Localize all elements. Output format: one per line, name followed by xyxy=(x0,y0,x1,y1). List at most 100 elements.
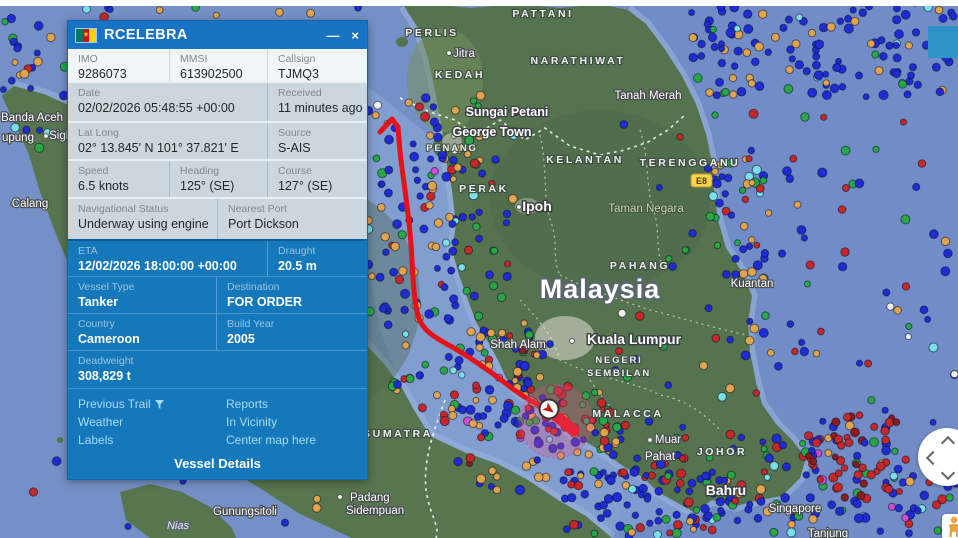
vessel-dot[interactable] xyxy=(941,267,950,276)
vessel-dot[interactable] xyxy=(752,58,760,66)
vessel-dot[interactable] xyxy=(655,517,662,524)
previous-trail-link[interactable]: Previous Trail xyxy=(68,395,216,413)
vessel-dot[interactable] xyxy=(513,367,522,376)
vessel-dot[interactable] xyxy=(732,498,739,505)
vessel-dot[interactable] xyxy=(440,416,449,425)
vessel-dot[interactable] xyxy=(473,382,480,389)
vessel-dot[interactable] xyxy=(808,29,815,36)
vessel-dot[interactable] xyxy=(912,29,919,36)
vessel-dot[interactable] xyxy=(767,349,774,356)
vessel-dot[interactable] xyxy=(476,333,485,342)
vessel-dot[interactable] xyxy=(817,476,823,482)
vessel-dot[interactable] xyxy=(634,455,641,462)
vessel-dot[interactable] xyxy=(832,418,840,426)
vessel-dot[interactable] xyxy=(779,250,786,257)
vessel-dot[interactable] xyxy=(854,471,862,479)
vessel-dot[interactable] xyxy=(494,473,501,480)
vessel-details-button[interactable]: Vessel Details xyxy=(174,456,261,471)
vessel-dot[interactable] xyxy=(735,240,741,246)
vessel-dot[interactable] xyxy=(630,468,639,477)
vessel-dot[interactable] xyxy=(764,474,770,480)
center-map-here-link[interactable]: Center map here xyxy=(216,431,369,449)
vessel-dot[interactable] xyxy=(806,494,814,502)
vessel-dot[interactable] xyxy=(381,233,389,241)
vessel-dot[interactable] xyxy=(0,87,6,93)
vessel-dot[interactable] xyxy=(636,312,645,321)
vessel-dot[interactable] xyxy=(568,494,576,502)
vessel-dot[interactable] xyxy=(689,230,697,238)
minimize-icon[interactable]: — xyxy=(326,29,339,42)
vessel-dot[interactable] xyxy=(391,242,399,250)
vessel-dot[interactable] xyxy=(688,479,696,487)
vessel-dot[interactable] xyxy=(600,501,608,509)
vessel-dot[interactable] xyxy=(744,10,752,18)
vessel-dot[interactable] xyxy=(796,14,803,21)
vessel-dot[interactable] xyxy=(29,488,37,496)
vessel-dot[interactable] xyxy=(806,453,812,459)
vessel-dot[interactable] xyxy=(379,181,386,188)
vessel-dot[interactable] xyxy=(754,514,762,522)
vessel-dot[interactable] xyxy=(838,442,845,449)
vessel-dot[interactable] xyxy=(644,496,651,503)
vessel-dot[interactable] xyxy=(920,491,929,500)
vessel-dot[interactable] xyxy=(374,101,382,109)
vessel-dot[interactable] xyxy=(879,90,888,99)
vessel-dot[interactable] xyxy=(473,223,480,230)
vessel-dot[interactable] xyxy=(125,523,131,529)
vessel-dot[interactable] xyxy=(665,473,672,480)
vessel-dot[interactable] xyxy=(515,485,524,494)
vessel-dot[interactable] xyxy=(765,49,771,55)
vessel-dot[interactable] xyxy=(34,50,40,56)
vessel-dot[interactable] xyxy=(788,521,795,528)
vessel-dot[interactable] xyxy=(841,494,848,501)
vessel-dot[interactable] xyxy=(950,12,958,20)
vessel-dot[interactable] xyxy=(417,193,423,199)
vessel-dot[interactable] xyxy=(706,89,714,97)
vessel-dot[interactable] xyxy=(676,479,684,487)
vessel-dot[interactable] xyxy=(662,515,670,523)
vessel-dot[interactable] xyxy=(710,26,716,32)
vessel-dot[interactable] xyxy=(785,16,792,23)
vessel-dot[interactable] xyxy=(856,360,862,366)
vessel-dot[interactable] xyxy=(930,419,936,425)
vessel-dot[interactable] xyxy=(836,507,844,515)
vessel-dot[interactable] xyxy=(730,91,737,98)
vessel-dot[interactable] xyxy=(752,165,761,174)
vessel-dot[interactable] xyxy=(747,501,753,507)
vessel-dot[interactable] xyxy=(770,528,778,536)
vessel-dot[interactable] xyxy=(754,242,760,248)
vessel-position-marker[interactable] xyxy=(540,400,559,419)
vessel-dot[interactable] xyxy=(899,80,907,88)
vessel-dot[interactable] xyxy=(8,77,15,84)
vessel-dot[interactable] xyxy=(479,170,486,177)
vessel-dot[interactable] xyxy=(930,230,939,239)
vessel-dot[interactable] xyxy=(476,91,485,100)
vessel-dot[interactable] xyxy=(731,63,738,70)
vessel-dot[interactable] xyxy=(480,327,486,333)
vessel-dot[interactable] xyxy=(901,215,910,224)
vessel-dot[interactable] xyxy=(901,10,910,19)
vessel-dot[interactable] xyxy=(450,367,457,374)
vessel-dot[interactable] xyxy=(900,119,906,125)
vessel-dot[interactable] xyxy=(779,442,786,449)
vessel-dot[interactable] xyxy=(677,134,683,140)
vessel-dot[interactable] xyxy=(760,439,766,445)
vessel-dot[interactable] xyxy=(820,418,826,424)
vessel-dot[interactable] xyxy=(420,225,428,233)
vessel-dot[interactable] xyxy=(492,156,500,164)
vessel-dot[interactable] xyxy=(734,47,742,55)
vessel-dot[interactable] xyxy=(398,231,406,239)
vessel-dot[interactable] xyxy=(621,421,629,429)
vessel-dot[interactable] xyxy=(568,481,575,488)
vessel-dot[interactable] xyxy=(946,494,953,501)
vessel-dot[interactable] xyxy=(674,487,680,493)
vessel-dot[interactable] xyxy=(431,168,438,175)
vessel-dot[interactable] xyxy=(480,413,487,420)
vessel-dot[interactable] xyxy=(504,401,513,410)
vessel-dot[interactable] xyxy=(434,219,442,227)
vessel-dot[interactable] xyxy=(565,469,572,476)
vessel-dot[interactable] xyxy=(844,413,852,421)
vessel-dot[interactable] xyxy=(893,70,901,78)
vessel-dot[interactable] xyxy=(932,63,940,71)
vessel-dot[interactable] xyxy=(830,84,839,93)
